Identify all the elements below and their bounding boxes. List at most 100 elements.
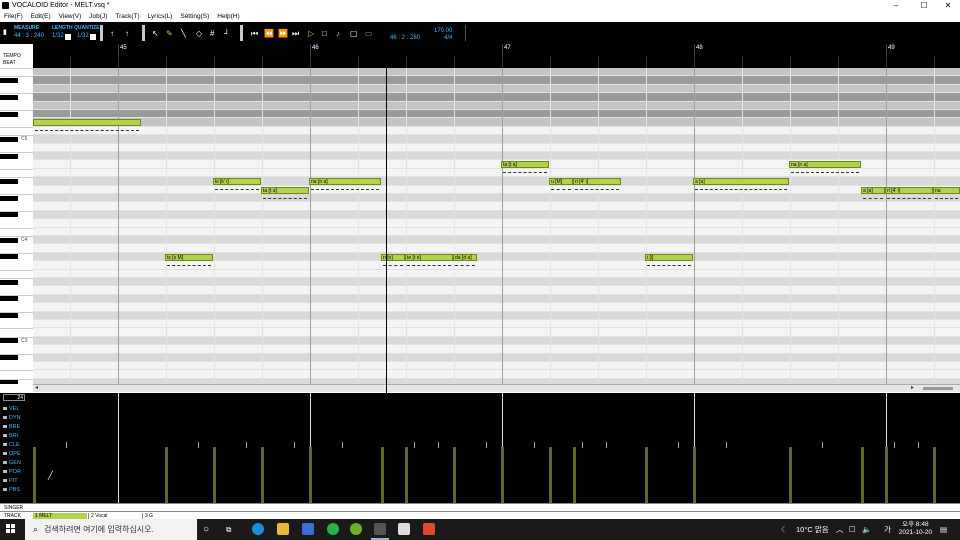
velocity-bar[interactable]	[573, 447, 576, 503]
black-key[interactable]	[0, 178, 18, 184]
task-view-icon[interactable]: ⧉	[226, 519, 231, 540]
grid-row[interactable]	[33, 269, 960, 278]
edge-icon[interactable]	[252, 523, 264, 535]
velocity-bar[interactable]	[405, 447, 408, 503]
minimize-button[interactable]: –	[882, 0, 910, 11]
grid-row[interactable]	[33, 76, 960, 85]
note[interactable]: a [a]	[861, 186, 885, 194]
quantize-select[interactable]: 1/32	[77, 33, 89, 39]
grid-row[interactable]	[33, 68, 960, 77]
playhead[interactable]	[386, 44, 387, 512]
curve-tool-icon[interactable]: ┘	[224, 30, 230, 38]
grid-row[interactable]	[33, 110, 960, 119]
length-select[interactable]: 1/32	[52, 33, 64, 39]
velocity-bar[interactable]	[261, 447, 264, 503]
arrow-tool-icon[interactable]: ↖	[152, 30, 159, 38]
grid-row[interactable]	[33, 370, 960, 379]
grid-row[interactable]	[33, 336, 960, 346]
grid-row[interactable]	[33, 286, 960, 295]
black-key[interactable]	[0, 338, 18, 344]
control-track[interactable]: 24 VEL DYN BRE BRI CLE OPE GEN POR PIT PBS ╱	[0, 393, 960, 503]
note-grid[interactable]: ts [s M] ki [k' i] ta [t a] na [n a] n [n] te…	[33, 68, 960, 384]
record-icon[interactable]: ▭	[365, 30, 373, 38]
weather-text[interactable]: 10°C 맑음	[796, 519, 829, 540]
close-button[interactable]: ✕	[934, 0, 960, 11]
transport-icon[interactable]: ▮	[3, 29, 7, 37]
control-item-ope[interactable]: OPE	[3, 451, 21, 457]
control-item-pit[interactable]: PIT	[3, 478, 18, 484]
menu-item-0[interactable]: File(F)	[0, 13, 27, 20]
velocity-bar[interactable]	[693, 447, 696, 503]
grid-row[interactable]	[33, 135, 960, 144]
velocity-bar[interactable]	[501, 447, 504, 503]
windows-start-icon[interactable]	[6, 524, 16, 534]
menu-item-7[interactable]: Help(H)	[213, 13, 243, 20]
menu-item-4[interactable]: Track(T)	[111, 13, 143, 20]
grid-row[interactable]	[33, 194, 960, 203]
metronome-icon[interactable]: ♪	[336, 30, 340, 38]
black-key[interactable]	[0, 153, 18, 159]
black-key[interactable]	[0, 296, 18, 302]
control-item-cle[interactable]: CLE	[3, 442, 20, 448]
note[interactable]: na	[933, 186, 960, 194]
notification-icon[interactable]: ▤	[940, 519, 947, 540]
rewind-start-icon[interactable]: ⏮	[251, 30, 258, 38]
taskbar-search[interactable]: ⌕ 검색하려면 여기에 입력하십시오.	[25, 519, 197, 540]
grid-row[interactable]	[33, 362, 960, 371]
rewind-icon[interactable]: ⏪	[264, 30, 274, 38]
length-dropdown-icon[interactable]	[65, 34, 71, 40]
horizontal-scrollbar[interactable]: ◂ ▸	[33, 384, 960, 392]
note[interactable]: ta [t a]	[261, 186, 309, 194]
pencil-tool-icon[interactable]: ✎	[166, 30, 173, 38]
grid-row[interactable]	[33, 202, 960, 211]
clock[interactable]: 오후 8:48 2021-10-20	[899, 521, 932, 537]
note[interactable]: da [d a]	[453, 253, 477, 261]
grid-row[interactable]	[33, 227, 960, 236]
play-icon[interactable]: ▷	[308, 30, 314, 38]
black-key[interactable]	[0, 279, 18, 285]
note[interactable]: u [M]	[549, 178, 573, 186]
grid-row[interactable]	[33, 311, 960, 320]
velocity-bar[interactable]	[933, 447, 936, 503]
menu-item-3[interactable]: Job(J)	[85, 13, 111, 20]
velocity-bar[interactable]	[165, 447, 168, 503]
black-key[interactable]	[0, 355, 18, 361]
control-item-bri[interactable]: BRI	[3, 433, 18, 439]
control-item-vel[interactable]: VEL	[3, 406, 19, 412]
line-tool-icon[interactable]: ╲	[181, 30, 186, 38]
grid-row[interactable]	[33, 84, 960, 94]
grid-row[interactable]	[33, 244, 960, 253]
menu-item-1[interactable]: Edit(E)	[27, 13, 55, 20]
velocity-bar[interactable]	[789, 447, 792, 503]
note[interactable]: ts [s M]	[165, 253, 213, 261]
piano-keyboard[interactable]: C5 C4 C3	[0, 68, 33, 384]
menu-item-2[interactable]: View(V)	[55, 13, 86, 20]
cortana-icon[interactable]: ○	[203, 519, 209, 540]
volume-icon[interactable]: 🔈	[862, 519, 871, 540]
grid-row[interactable]	[33, 93, 960, 102]
grid-row[interactable]	[33, 353, 960, 362]
grid-row[interactable]	[33, 303, 960, 312]
note[interactable]: ri [4' i]	[573, 178, 621, 186]
black-key[interactable]	[0, 313, 18, 319]
control-item-gen[interactable]: GEN	[3, 460, 21, 466]
file-explorer-icon[interactable]	[277, 523, 289, 535]
note[interactable]: a [a]	[693, 178, 789, 186]
grid-row[interactable]	[33, 185, 960, 194]
grid-row[interactable]	[33, 152, 960, 161]
grid-row[interactable]	[33, 236, 960, 245]
network-icon[interactable]: ☐	[849, 519, 856, 540]
black-key[interactable]	[0, 254, 18, 260]
note[interactable]: n [n]	[381, 253, 405, 261]
note[interactable]: i [i]	[645, 253, 693, 261]
note[interactable]: na [n a]	[789, 161, 861, 169]
grid-row[interactable]	[33, 177, 960, 186]
black-key[interactable]	[0, 195, 18, 201]
black-key[interactable]	[0, 111, 18, 117]
app-green-icon[interactable]	[350, 523, 362, 535]
grid-row[interactable]	[33, 345, 960, 354]
zoom-slider[interactable]	[923, 387, 953, 390]
velocity-bar[interactable]	[453, 447, 456, 503]
note[interactable]	[33, 119, 141, 127]
grid-row[interactable]	[33, 294, 960, 304]
